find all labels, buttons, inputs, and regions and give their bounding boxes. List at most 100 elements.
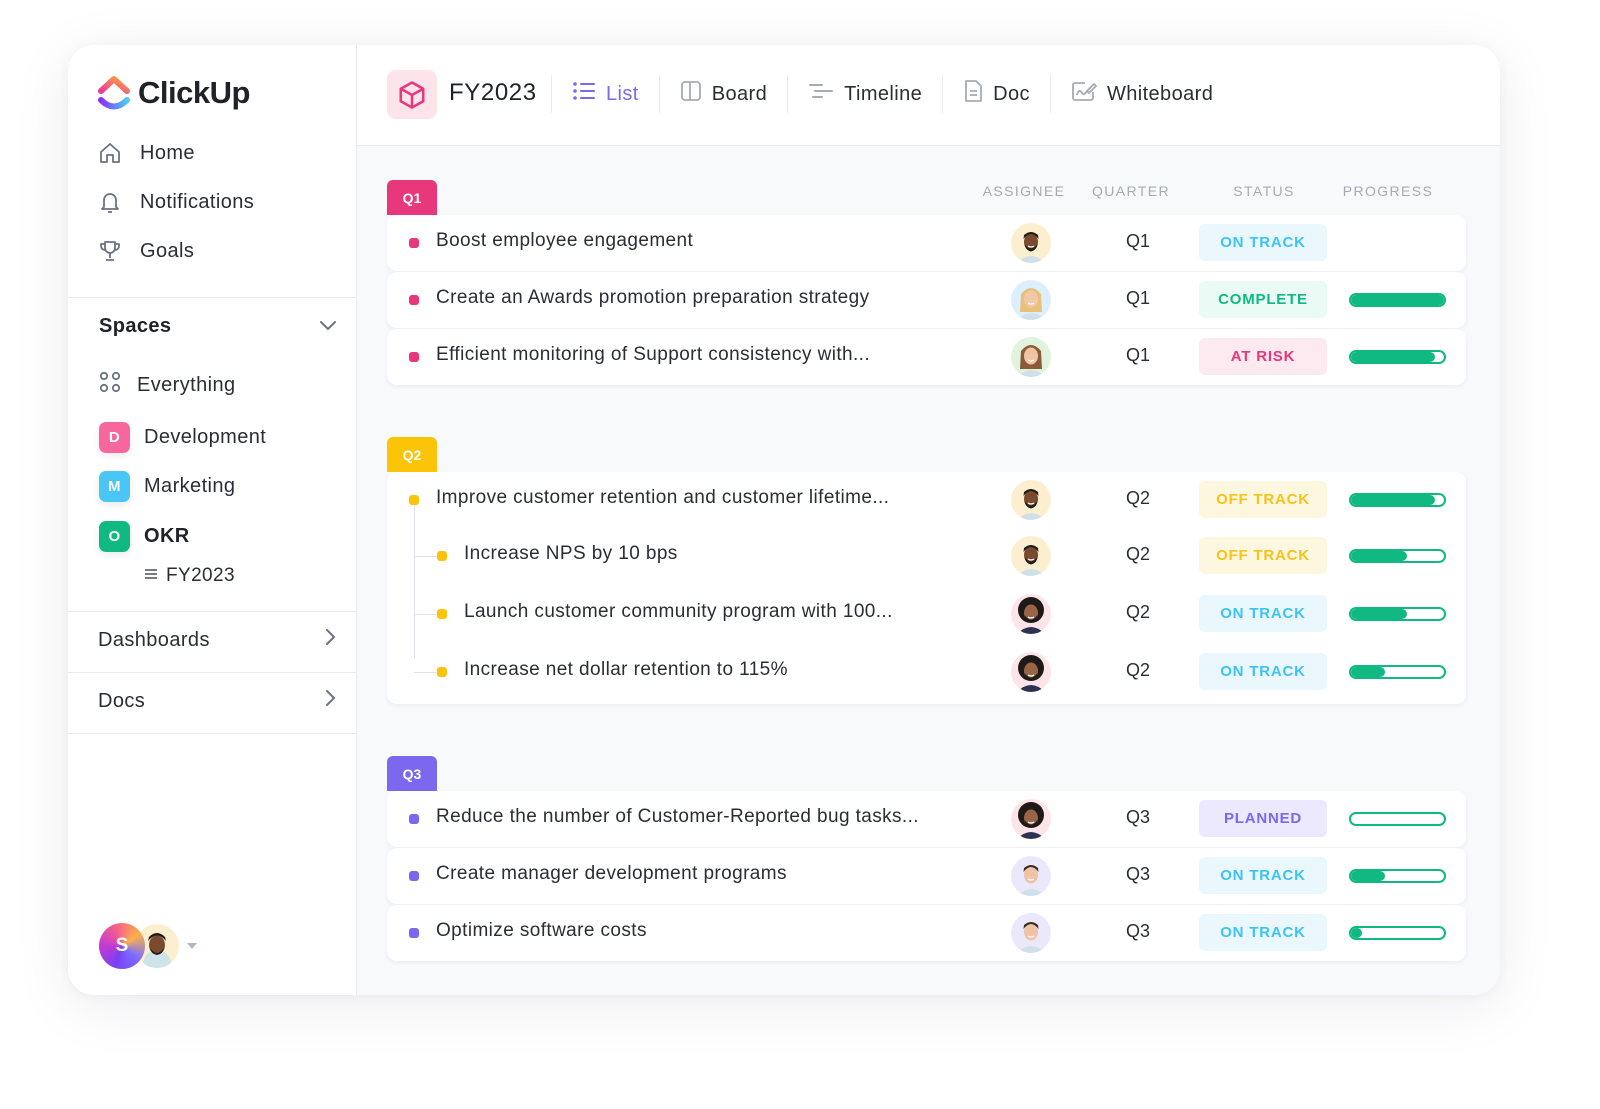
space-marketing[interactable]: M Marketing: [99, 471, 235, 502]
assignee-avatar[interactable]: [1011, 913, 1051, 953]
tab-list-label: List: [606, 82, 639, 105]
group-tag-q3[interactable]: Q3: [387, 756, 437, 791]
goal-row[interactable]: Create an Awards promotion preparation s…: [387, 272, 1466, 328]
status-badge[interactable]: COMPLETE: [1199, 281, 1327, 318]
doc-icon: [963, 79, 983, 109]
goal-color-dot: [437, 609, 447, 619]
assignee-avatar[interactable]: [1011, 799, 1051, 839]
goal-name[interactable]: Increase NPS by 10 bps: [464, 543, 678, 565]
sidebar-dashboards[interactable]: Dashboards: [98, 628, 336, 652]
user-menu[interactable]: S: [99, 923, 197, 969]
col-assignee[interactable]: ASSIGNEE: [969, 183, 1079, 199]
status-badge[interactable]: ON TRACK: [1199, 857, 1327, 894]
assignee-avatar[interactable]: [1011, 337, 1051, 377]
progress-fill: [1351, 495, 1435, 505]
status-badge[interactable]: ON TRACK: [1199, 653, 1327, 690]
goal-name[interactable]: Boost employee engagement: [436, 230, 693, 252]
goal-name[interactable]: Increase net dollar retention to 115%: [464, 659, 788, 681]
tab-board[interactable]: Board: [658, 75, 787, 113]
assignee-avatar[interactable]: [1011, 594, 1051, 634]
page-title: FY2023: [449, 79, 537, 106]
status-badge[interactable]: ON TRACK: [1199, 224, 1327, 261]
goal-name[interactable]: Launch customer community program with 1…: [464, 601, 893, 623]
assignee-avatar[interactable]: [1011, 536, 1051, 576]
goal-row[interactable]: Increase net dollar retention to 115% Q2 O…: [387, 644, 1466, 702]
tab-timeline[interactable]: Timeline: [787, 75, 942, 113]
trophy-icon: [98, 239, 122, 263]
col-progress[interactable]: PROGRESS: [1333, 183, 1443, 199]
progress-bar: [1349, 665, 1446, 679]
quarter-value: Q2: [1125, 544, 1150, 564]
space-development[interactable]: D Development: [99, 422, 266, 453]
status-badge[interactable]: OFF TRACK: [1199, 537, 1327, 574]
main-content: FY2023 List Board Timeline Doc Whiteboar…: [357, 45, 1500, 995]
tab-board-label: Board: [711, 82, 768, 105]
sidebar-divider: [68, 611, 356, 612]
assignee-avatar[interactable]: [1011, 652, 1051, 692]
col-quarter[interactable]: QUARTER: [1081, 183, 1181, 199]
tab-list[interactable]: List: [551, 75, 659, 113]
assignee-avatar[interactable]: [1011, 480, 1051, 520]
status-badge[interactable]: PLANNED: [1199, 800, 1327, 837]
bell-icon: [98, 190, 122, 214]
progress-fill: [1351, 667, 1386, 677]
assignee-avatar[interactable]: [1011, 856, 1051, 896]
goal-name[interactable]: Improve customer retention and customer …: [436, 487, 889, 509]
docs-label: Docs: [98, 689, 146, 712]
quarter-value: Q1: [1125, 345, 1150, 365]
tab-doc-label: Doc: [993, 82, 1030, 105]
board-icon: [680, 80, 702, 108]
goal-name[interactable]: Optimize software costs: [436, 920, 647, 942]
goal-row[interactable]: Optimize software costs Q3 ON TRACK: [387, 905, 1466, 961]
sidebar-docs[interactable]: Docs: [98, 689, 336, 713]
group-tag-q2[interactable]: Q2: [387, 437, 437, 472]
view-header: FY2023 List Board Timeline Doc Whiteboar…: [357, 45, 1500, 146]
goal-row[interactable]: Launch customer community program with 1…: [387, 586, 1466, 644]
quarter-value: Q2: [1125, 488, 1150, 508]
status-badge[interactable]: ON TRACK: [1199, 914, 1327, 951]
nav-home[interactable]: Home: [98, 141, 195, 165]
clickup-logo[interactable]: ClickUp: [98, 75, 250, 111]
chevron-down-icon[interactable]: [319, 318, 337, 336]
goal-row[interactable]: Boost employee engagement Q1 ON TRACK: [387, 215, 1466, 271]
quarter-value: Q1: [1125, 288, 1150, 308]
status-badge[interactable]: AT RISK: [1199, 338, 1327, 375]
goal-row[interactable]: Reduce the number of Customer-Reported b…: [387, 791, 1466, 847]
goal-name[interactable]: Efficient monitoring of Support consiste…: [436, 344, 870, 366]
space-everything[interactable]: Everything: [99, 371, 236, 399]
assignee-avatar[interactable]: [1011, 223, 1051, 263]
space-okr[interactable]: O OKR: [99, 521, 190, 552]
space-badge-development: D: [99, 422, 130, 453]
status-badge[interactable]: ON TRACK: [1199, 595, 1327, 632]
goal-color-dot: [409, 352, 419, 362]
goal-name[interactable]: Create manager development programs: [436, 863, 787, 885]
status-badge[interactable]: OFF TRACK: [1199, 481, 1327, 518]
goal-name[interactable]: Create an Awards promotion preparation s…: [436, 287, 870, 309]
cube-icon: [387, 70, 437, 119]
nav-goals[interactable]: Goals: [98, 239, 194, 263]
goal-row[interactable]: Create manager development programs Q3 ON …: [387, 848, 1466, 904]
list-fy2023[interactable]: FY2023: [144, 565, 235, 587]
goal-name[interactable]: Reduce the number of Customer-Reported b…: [436, 806, 919, 828]
quarter-value: Q3: [1125, 807, 1150, 827]
tab-doc[interactable]: Doc: [942, 75, 1050, 113]
goal-row[interactable]: Increase NPS by 10 bps Q2 OFF TRACK: [387, 528, 1466, 586]
list-lines-icon: [144, 565, 158, 587]
goal-row[interactable]: Improve customer retention and customer …: [387, 472, 1466, 528]
nav-goals-label: Goals: [140, 239, 195, 262]
group-tag-q1[interactable]: Q1: [387, 180, 437, 215]
nav-notifications[interactable]: Notifications: [98, 190, 254, 214]
assignee-avatar[interactable]: [1011, 280, 1051, 320]
tab-whiteboard[interactable]: Whiteboard: [1049, 75, 1233, 113]
list-fy2023-label: FY2023: [166, 565, 235, 586]
spaces-header[interactable]: Spaces: [99, 315, 337, 338]
chevron-right-icon: [324, 628, 336, 652]
goal-row[interactable]: Efficient monitoring of Support consiste…: [387, 329, 1466, 385]
col-status[interactable]: STATUS: [1199, 183, 1329, 199]
progress-bar: [1349, 607, 1446, 621]
goal-card: Boost employee engagement Q1 ON TRACK: [387, 215, 1466, 271]
goal-color-dot: [437, 667, 447, 677]
goal-card: Create an Awards promotion preparation s…: [387, 272, 1466, 328]
progress-bar: [1349, 549, 1446, 563]
quarter-value: Q3: [1125, 921, 1150, 941]
